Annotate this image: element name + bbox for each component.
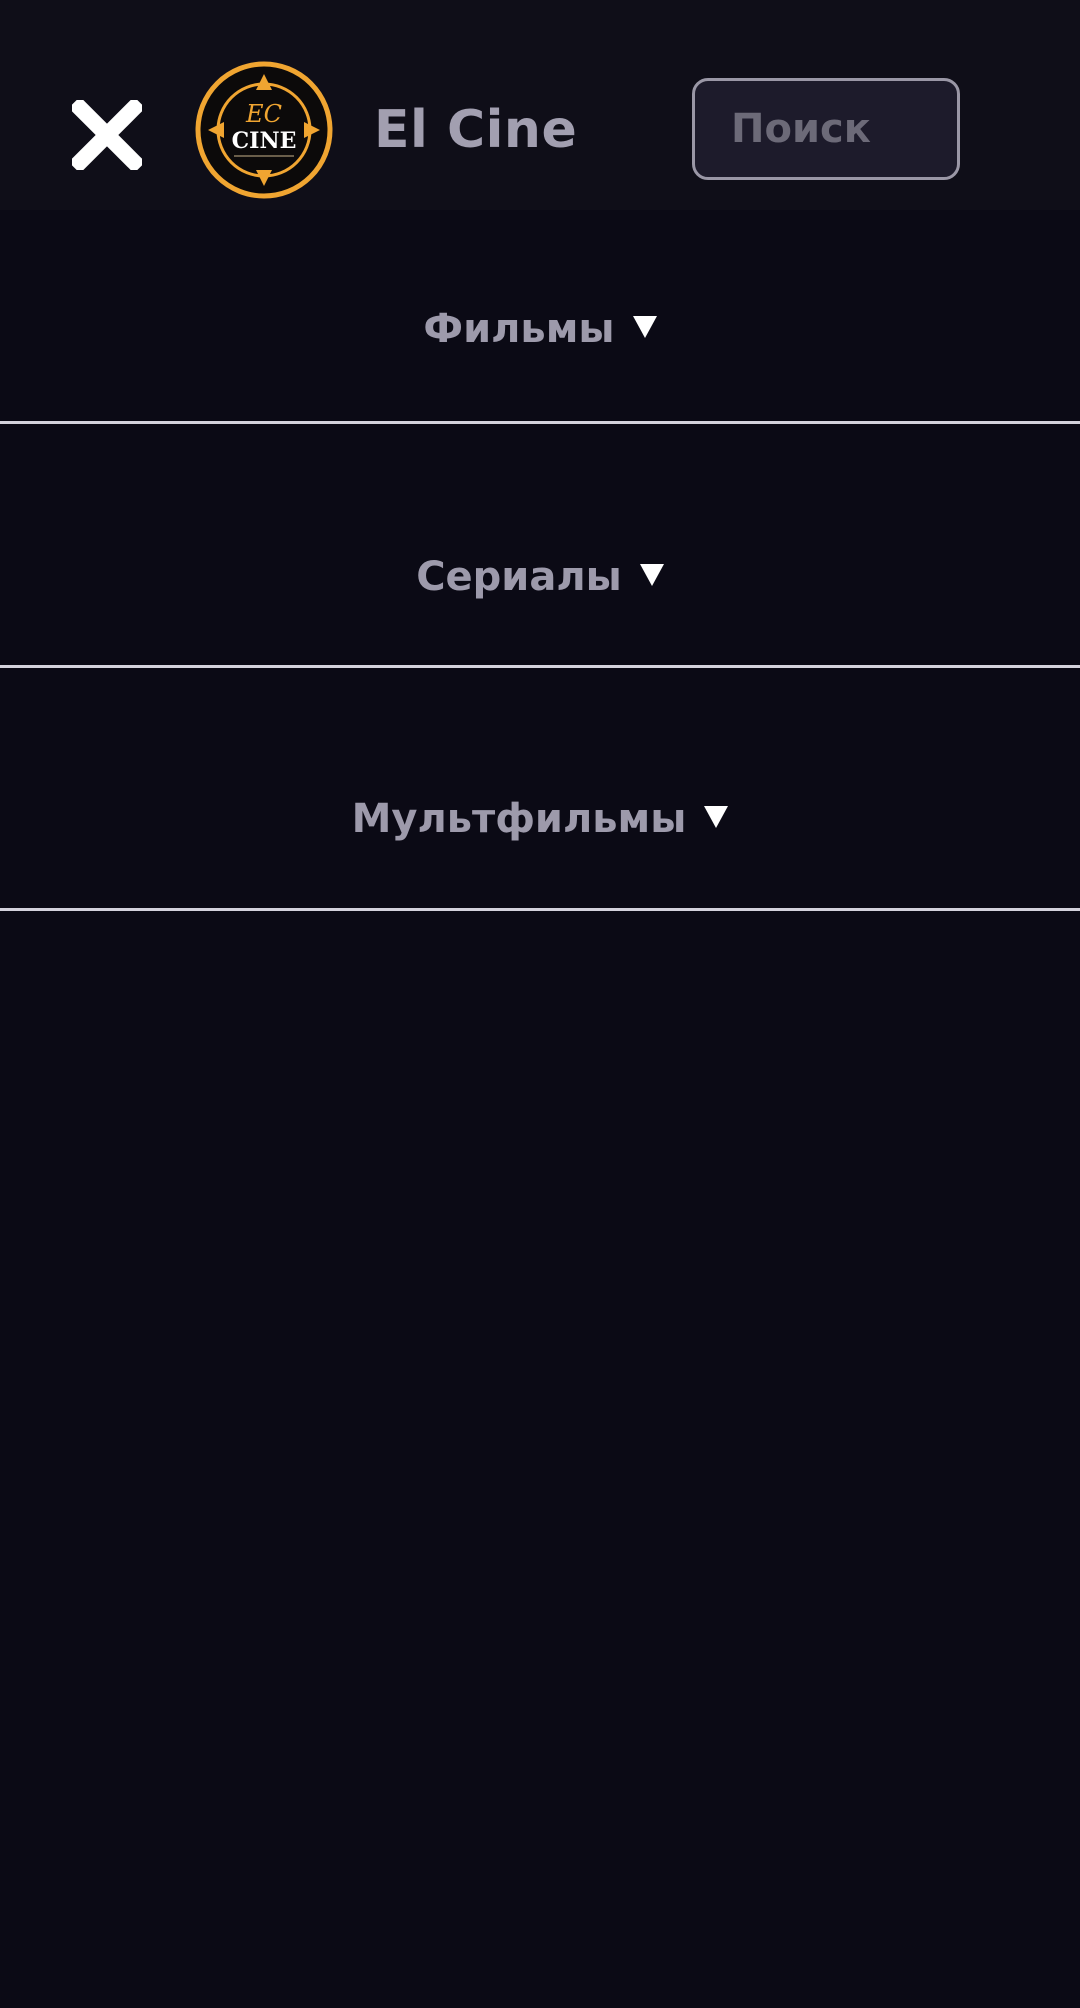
menu-item-label: Фильмы [423, 306, 615, 352]
menu-item-cartoons[interactable]: Мультфильмы [0, 668, 1080, 911]
caret-down-icon [632, 316, 657, 338]
close-icon[interactable] [72, 100, 152, 180]
logo-monogram: EC [245, 100, 282, 128]
caret-down-icon [704, 806, 729, 828]
el-cine-logo[interactable]: EC CINE [194, 60, 334, 200]
header: EC CINE El Cine [0, 0, 1080, 210]
menu-item-label: Мультфильмы [351, 796, 687, 842]
menu-item-films[interactable]: Фильмы [0, 210, 1080, 424]
menu-item-label: Сериалы [416, 554, 622, 600]
menu-item-series[interactable]: Сериалы [0, 424, 1080, 668]
logo-text: CINE [232, 128, 297, 154]
caret-down-icon [639, 564, 664, 586]
search-input[interactable] [692, 78, 960, 180]
brand-title: El Cine [374, 100, 578, 160]
